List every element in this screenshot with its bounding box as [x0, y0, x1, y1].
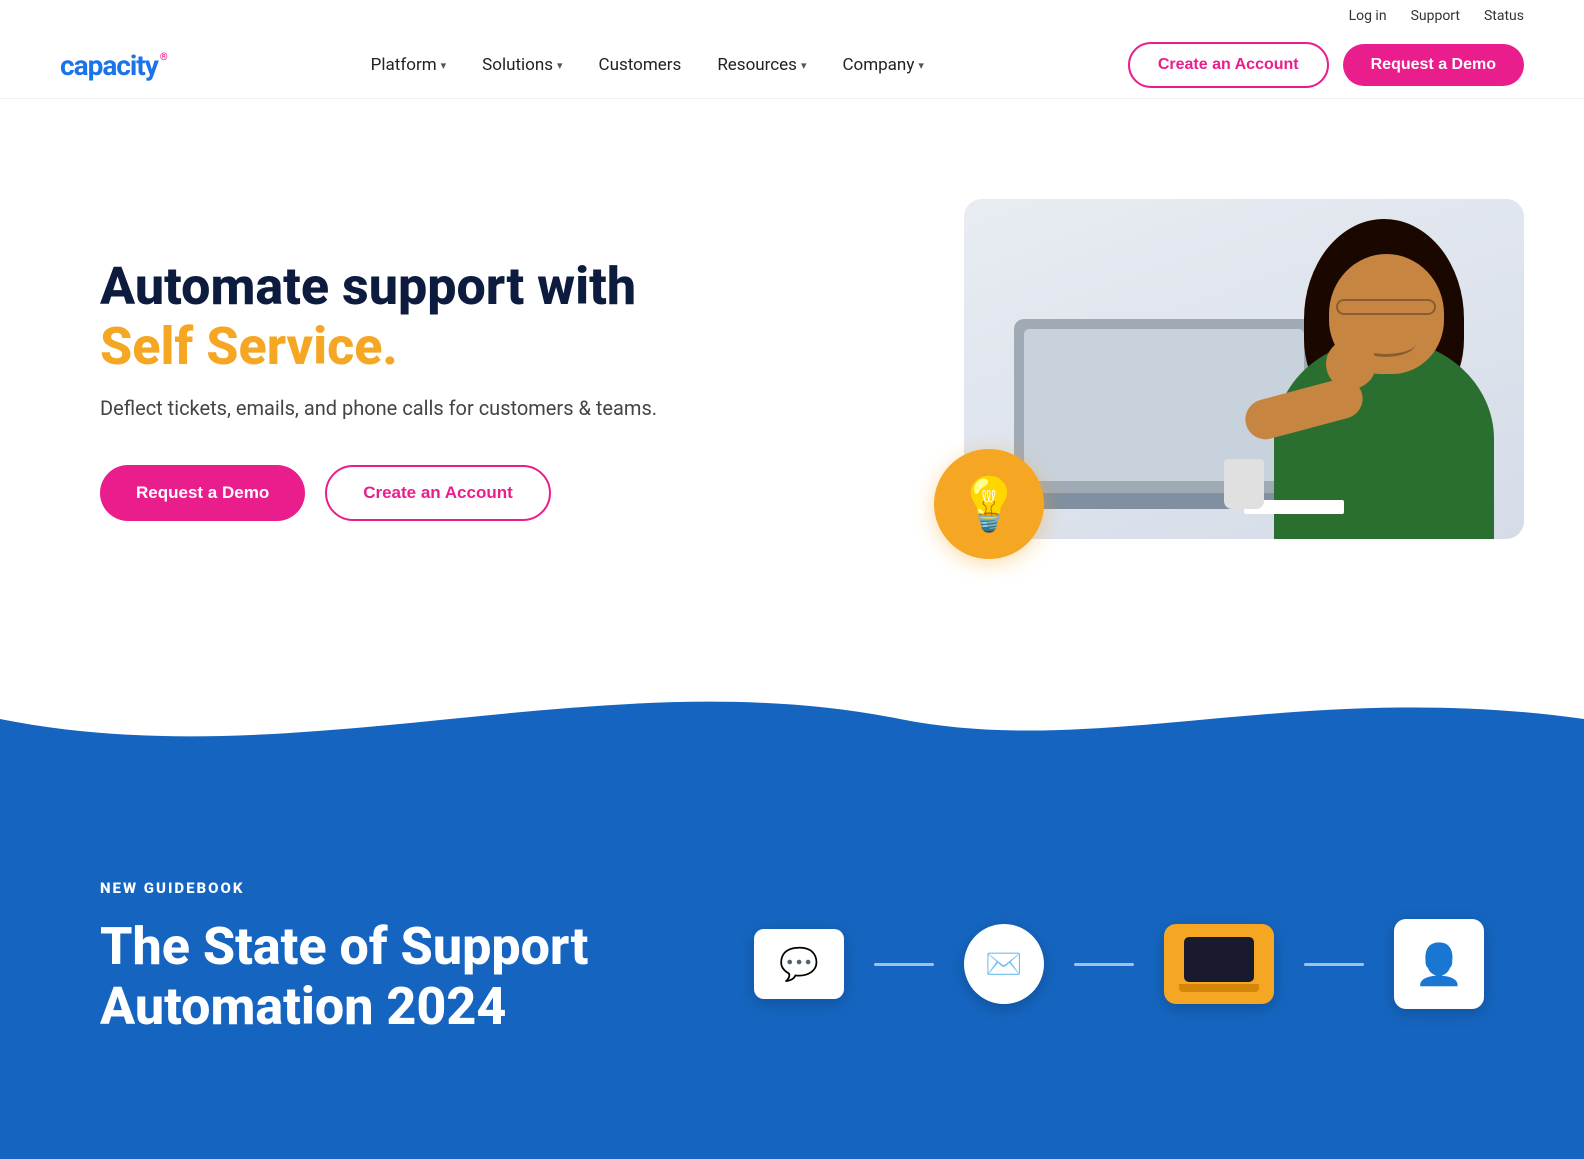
hero-subtitle: Deflect tickets, emails, and phone calls…: [100, 393, 657, 423]
platform-chevron-icon: ▾: [441, 59, 447, 72]
person-diagram-box: 👤: [1394, 919, 1484, 1009]
nav-create-account-button[interactable]: Create an Account: [1128, 42, 1329, 88]
nav-request-demo-button[interactable]: Request a Demo: [1343, 44, 1524, 86]
chat-diagram-box: 💬: [754, 929, 844, 999]
nav-resources[interactable]: Resources ▾: [717, 55, 806, 75]
automation-diagram-box: [1164, 924, 1274, 1004]
hero-request-demo-button[interactable]: Request a Demo: [100, 465, 305, 521]
solutions-chevron-icon: ▾: [557, 59, 563, 72]
person-icon: 👤: [1414, 941, 1464, 988]
resources-chevron-icon: ▾: [801, 59, 807, 72]
email-icon: ✉️: [985, 947, 1022, 982]
hero-create-account-button[interactable]: Create an Account: [325, 465, 551, 521]
chat-icon: 💬: [779, 945, 819, 983]
blue-section-title: The State of Support Automation 2024: [100, 917, 588, 1037]
hero-highlight: Self Service.: [100, 316, 398, 377]
status-link[interactable]: Status: [1484, 8, 1524, 24]
company-chevron-icon: ▾: [918, 59, 924, 72]
nav-platform[interactable]: Platform ▾: [371, 55, 446, 75]
nav-customers[interactable]: Customers: [599, 55, 682, 75]
support-link[interactable]: Support: [1411, 8, 1460, 24]
hero-headline: Automate support with Self Service.: [100, 257, 657, 377]
email-diagram-circle: ✉️: [964, 924, 1044, 1004]
connector-3: [1304, 963, 1364, 966]
lightbulb-badge: 💡: [934, 449, 1044, 559]
diagram-area: 💬 ✉️ 👤: [754, 879, 1484, 1009]
hero-image-area: 💡: [964, 199, 1524, 579]
site-logo[interactable]: capacity®: [60, 49, 167, 82]
login-link[interactable]: Log in: [1349, 8, 1387, 24]
guidebook-eyebrow: NEW GUIDEBOOK: [100, 879, 588, 897]
nav-company[interactable]: Company ▾: [842, 55, 923, 75]
nav-solutions[interactable]: Solutions ▾: [482, 55, 562, 75]
connector-2: [1074, 963, 1134, 966]
lightbulb-icon: 💡: [957, 474, 1022, 535]
connector-1: [874, 963, 934, 966]
